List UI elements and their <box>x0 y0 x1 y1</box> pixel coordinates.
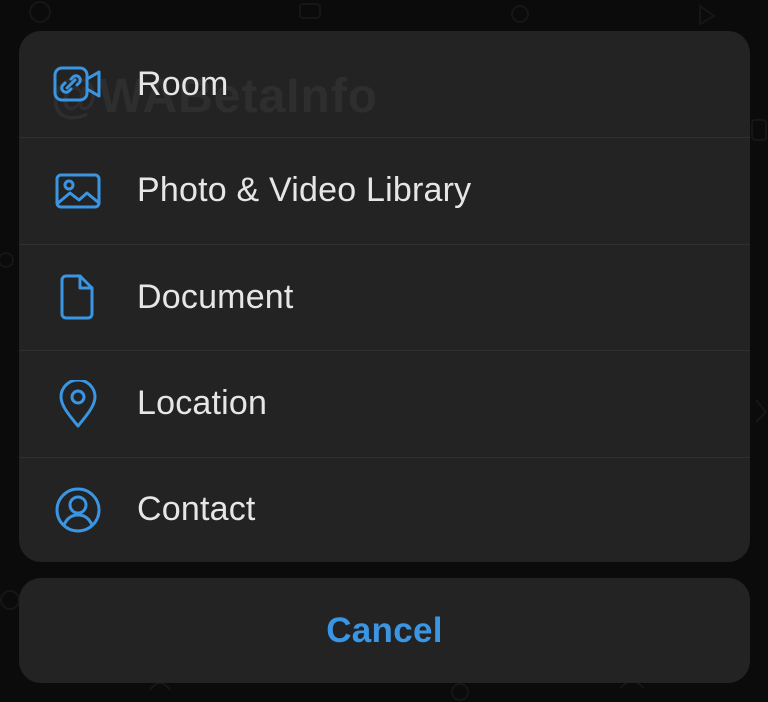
menu-item-photo-video-library[interactable]: Photo & Video Library <box>19 137 750 244</box>
contact-icon <box>53 485 103 535</box>
photo-icon <box>53 166 103 216</box>
menu-item-location[interactable]: Location <box>19 350 750 457</box>
menu-item-document[interactable]: Document <box>19 244 750 350</box>
cancel-button-label: Cancel <box>326 610 443 650</box>
menu-item-label: Room <box>137 64 229 103</box>
menu-item-room[interactable]: Room <box>19 31 750 137</box>
cancel-button[interactable]: Cancel <box>19 578 750 683</box>
menu-item-contact[interactable]: Contact <box>19 457 750 562</box>
menu-item-label: Contact <box>137 490 256 528</box>
menu-item-label: Photo & Video Library <box>137 171 472 209</box>
menu-item-label: Location <box>137 384 268 422</box>
location-pin-icon <box>53 379 103 429</box>
attachment-menu-sheet: @WABetaInfo Room Photo & Video Library D… <box>19 31 750 562</box>
video-link-icon <box>53 59 103 109</box>
menu-item-label: Document <box>137 277 294 316</box>
document-icon <box>53 272 103 322</box>
